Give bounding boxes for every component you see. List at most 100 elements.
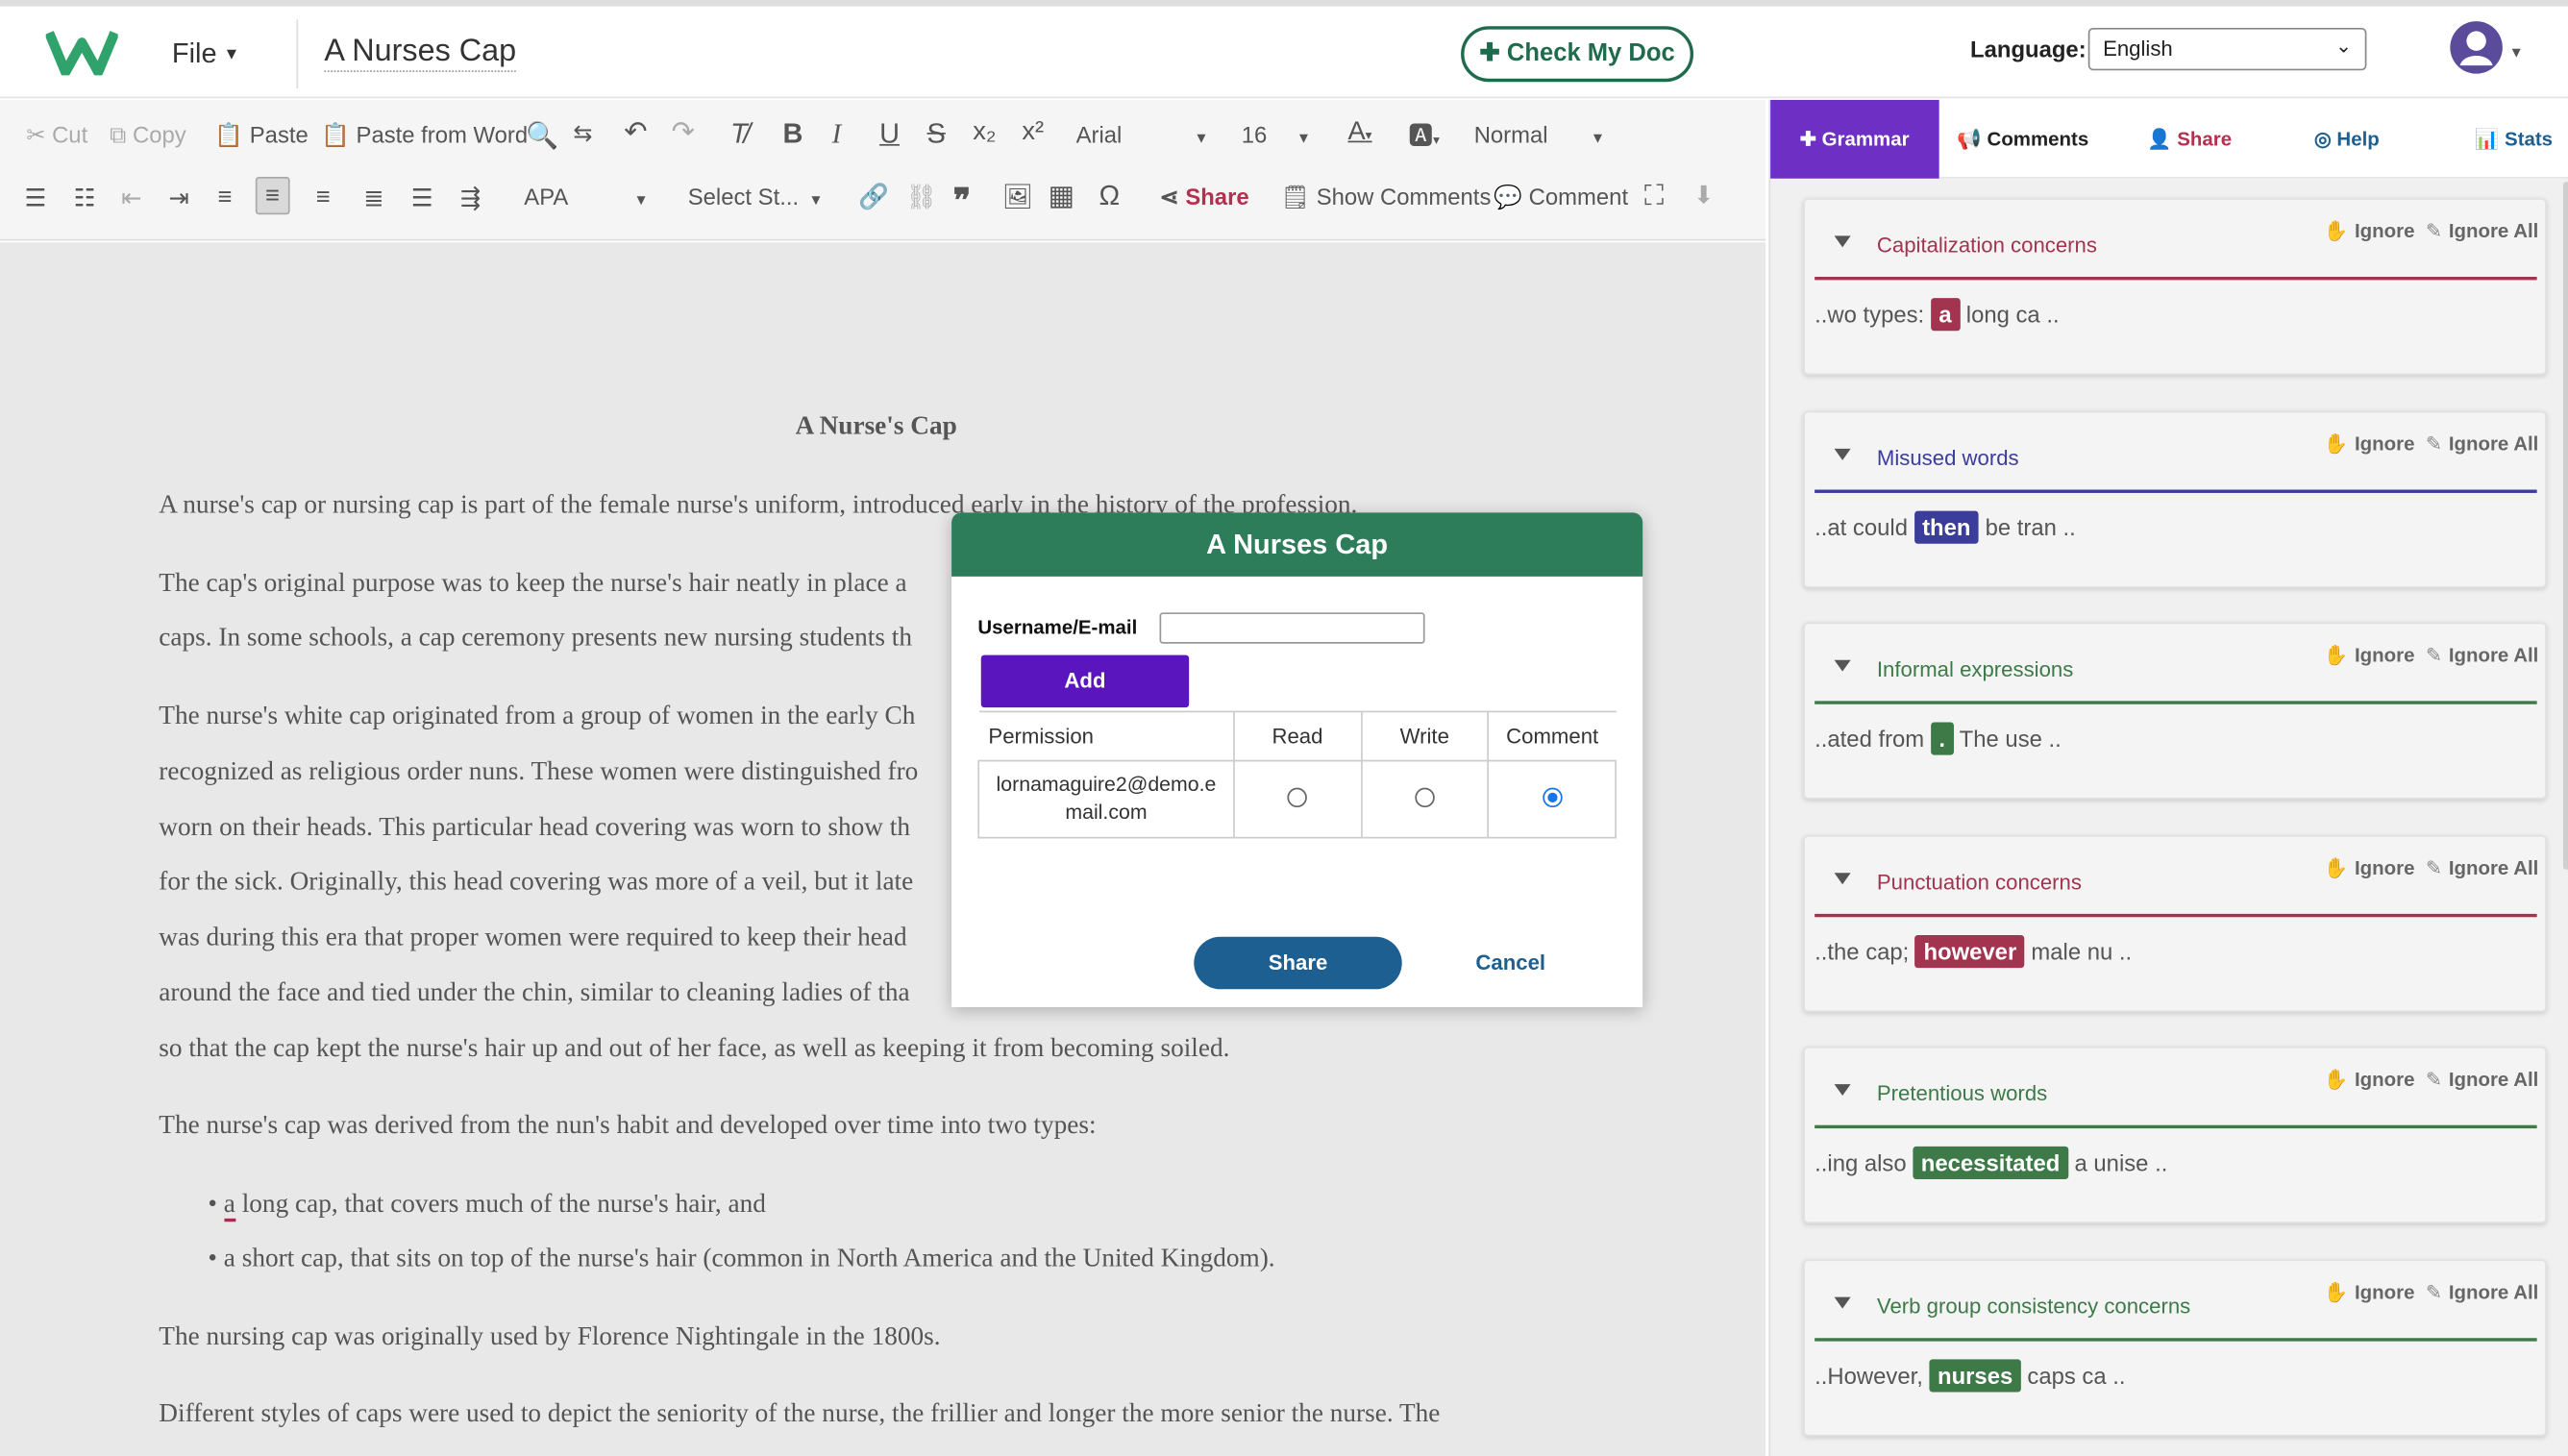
fullscreen-icon[interactable]: ⛶ xyxy=(1644,180,1664,212)
comment-radio[interactable] xyxy=(1542,786,1562,807)
username-input[interactable] xyxy=(1159,612,1425,644)
card-title: Capitalization concerns xyxy=(1876,232,2097,258)
flagged-word-badge[interactable]: then xyxy=(1914,510,1980,544)
ignore-button[interactable]: Ignore xyxy=(2355,644,2414,667)
subscript-icon[interactable]: x₂ xyxy=(973,118,996,148)
tab-comments-label: Comments xyxy=(1987,127,2089,151)
italic-icon[interactable]: I xyxy=(832,118,842,151)
superscript-icon[interactable]: x² xyxy=(1022,118,1044,148)
toolbar-share-button[interactable]: ⋖ Share xyxy=(1160,184,1249,211)
ignore-all-button[interactable]: Ignore All xyxy=(2449,1068,2539,1091)
collapse-triangle-icon[interactable] xyxy=(1834,873,1851,885)
add-comment-button[interactable]: 💬 Comment xyxy=(1494,184,1628,211)
check-my-doc-button[interactable]: ✚ Check My Doc xyxy=(1461,26,1694,83)
line-spacing-icon[interactable]: ☰ xyxy=(411,184,433,213)
flagged-word-badge[interactable]: however xyxy=(1914,935,2025,969)
font-color-icon[interactable]: A▾ xyxy=(1347,118,1371,148)
table-header-row: Permission Read Write Comment xyxy=(978,710,1617,762)
panel-scrollbar[interactable] xyxy=(2562,182,2568,870)
download-icon[interactable]: ⬇ xyxy=(1693,180,1714,210)
cut-button[interactable]: ✂ Cut xyxy=(26,121,87,149)
redo-icon[interactable]: ↷ xyxy=(672,116,695,149)
column-header: Read xyxy=(1233,710,1362,762)
quote-icon[interactable]: ❞ xyxy=(953,180,971,221)
ignore-button[interactable]: Ignore xyxy=(2355,856,2414,879)
card-snippet: ..at could then be tran .. xyxy=(1815,510,2076,544)
clear-format-icon[interactable]: T̸ xyxy=(730,118,748,151)
column-header: Comment xyxy=(1488,710,1617,762)
flagged-word[interactable]: a xyxy=(223,1190,235,1222)
align-left-icon[interactable]: ≡ xyxy=(218,184,233,211)
document-title[interactable]: A Nurses Cap xyxy=(324,35,517,72)
ignore-all-button[interactable]: Ignore All xyxy=(2449,1281,2539,1304)
image-icon[interactable]: 🖼 xyxy=(1002,182,1033,211)
table-icon[interactable]: ▦ xyxy=(1049,180,1074,212)
outdent-icon[interactable]: ⇤ xyxy=(121,184,141,213)
ignore-button[interactable]: Ignore xyxy=(2355,1281,2414,1304)
paste-button[interactable]: 📋 Paste xyxy=(214,121,309,149)
indent-icon[interactable]: ⇥ xyxy=(169,184,189,213)
citation-style-select[interactable]: APA ▼ xyxy=(524,184,648,210)
avatar-menu-caret-icon[interactable]: ▼ xyxy=(2509,44,2524,61)
link-icon[interactable]: 🔗 xyxy=(858,182,889,211)
card-title: Verb group consistency concerns xyxy=(1876,1294,2191,1319)
flagged-word-badge[interactable]: . xyxy=(1930,722,1954,755)
align-justify-icon[interactable]: ≣ xyxy=(363,184,383,213)
card-actions: ✋ Ignore ✎ Ignore All xyxy=(2324,1068,2539,1091)
font-family-select[interactable]: Arial ▼ xyxy=(1076,121,1209,147)
numbered-list-icon[interactable]: ☰ xyxy=(25,184,47,213)
collapse-triangle-icon[interactable] xyxy=(1834,1084,1851,1097)
paste-from-word-label: Paste from Word xyxy=(356,121,529,148)
read-radio[interactable] xyxy=(1287,786,1308,807)
tab-share[interactable]: 👤 Share xyxy=(2147,100,2232,179)
language-select[interactable]: English ⌄ xyxy=(2087,27,2367,71)
flagged-word-badge[interactable]: necessitated xyxy=(1913,1146,2068,1179)
undo-icon[interactable]: ↶ xyxy=(624,116,647,149)
flagged-word-badge[interactable]: a xyxy=(1930,298,1961,332)
ignore-button[interactable]: Ignore xyxy=(2355,219,2414,242)
bullet-list-icon[interactable]: ☷ xyxy=(74,184,96,213)
paragraph-style-select[interactable]: Normal ▼ xyxy=(1474,121,1605,147)
file-menu[interactable]: File ▼ xyxy=(172,37,239,70)
collapse-triangle-icon[interactable] xyxy=(1834,235,1851,248)
ignore-all-button[interactable]: Ignore All xyxy=(2449,856,2539,879)
tab-comments[interactable]: 📢 Comments xyxy=(1957,100,2088,179)
collapse-triangle-icon[interactable] xyxy=(1834,1296,1851,1309)
write-radio[interactable] xyxy=(1415,786,1435,807)
scissors-icon: ✂ xyxy=(26,121,46,148)
strikethrough-icon[interactable]: S xyxy=(927,118,946,151)
ignore-all-button[interactable]: Ignore All xyxy=(2449,432,2539,456)
collapse-triangle-icon[interactable] xyxy=(1834,659,1851,672)
select-style-dropdown[interactable]: Select St... ▼ xyxy=(688,184,824,210)
show-comments-button[interactable]: 🗒 Show Comments xyxy=(1281,184,1492,211)
ignore-button[interactable]: Ignore xyxy=(2355,1068,2414,1091)
share-button[interactable]: Share xyxy=(1194,936,1402,990)
copy-button[interactable]: ⧉ Copy xyxy=(110,121,186,149)
underline-icon[interactable]: U xyxy=(879,118,900,151)
highlight-color-icon[interactable]: 🅰▾ xyxy=(1409,118,1440,153)
cancel-button[interactable]: Cancel xyxy=(1475,950,1545,975)
avatar[interactable] xyxy=(2450,21,2503,74)
add-user-button[interactable]: Add xyxy=(980,654,1190,708)
special-character-icon[interactable]: Ω xyxy=(1099,180,1120,212)
ignore-all-button[interactable]: Ignore All xyxy=(2449,219,2539,242)
tab-stats-label: Stats xyxy=(2505,127,2554,151)
app-logo-icon[interactable] xyxy=(45,30,118,76)
ignore-all-button[interactable]: Ignore All xyxy=(2449,644,2539,667)
tab-grammar[interactable]: ✚ Grammar xyxy=(1770,99,1939,179)
replace-icon[interactable]: ⇆ xyxy=(573,119,592,147)
flagged-word-badge[interactable]: nurses xyxy=(1929,1359,2021,1393)
tab-stats[interactable]: 📊 Stats xyxy=(2475,100,2553,179)
tab-help[interactable]: ◎ Help xyxy=(2314,100,2380,179)
bold-icon[interactable]: B xyxy=(783,118,803,151)
align-right-icon[interactable]: ≡ xyxy=(316,184,331,211)
font-size-select[interactable]: 16 ▼ xyxy=(1242,121,1311,147)
text-direction-icon[interactable]: ⇶ xyxy=(460,184,481,213)
unlink-icon[interactable]: ⛓ xyxy=(905,182,936,211)
snippet-before: ..wo types: xyxy=(1815,301,1931,328)
search-icon[interactable]: 🔍 xyxy=(526,119,558,152)
align-center-icon[interactable]: ≡ xyxy=(255,177,290,215)
paste-from-word-button[interactable]: 📋 Paste from Word xyxy=(321,121,528,149)
collapse-triangle-icon[interactable] xyxy=(1834,448,1851,460)
ignore-button[interactable]: Ignore xyxy=(2355,432,2414,456)
